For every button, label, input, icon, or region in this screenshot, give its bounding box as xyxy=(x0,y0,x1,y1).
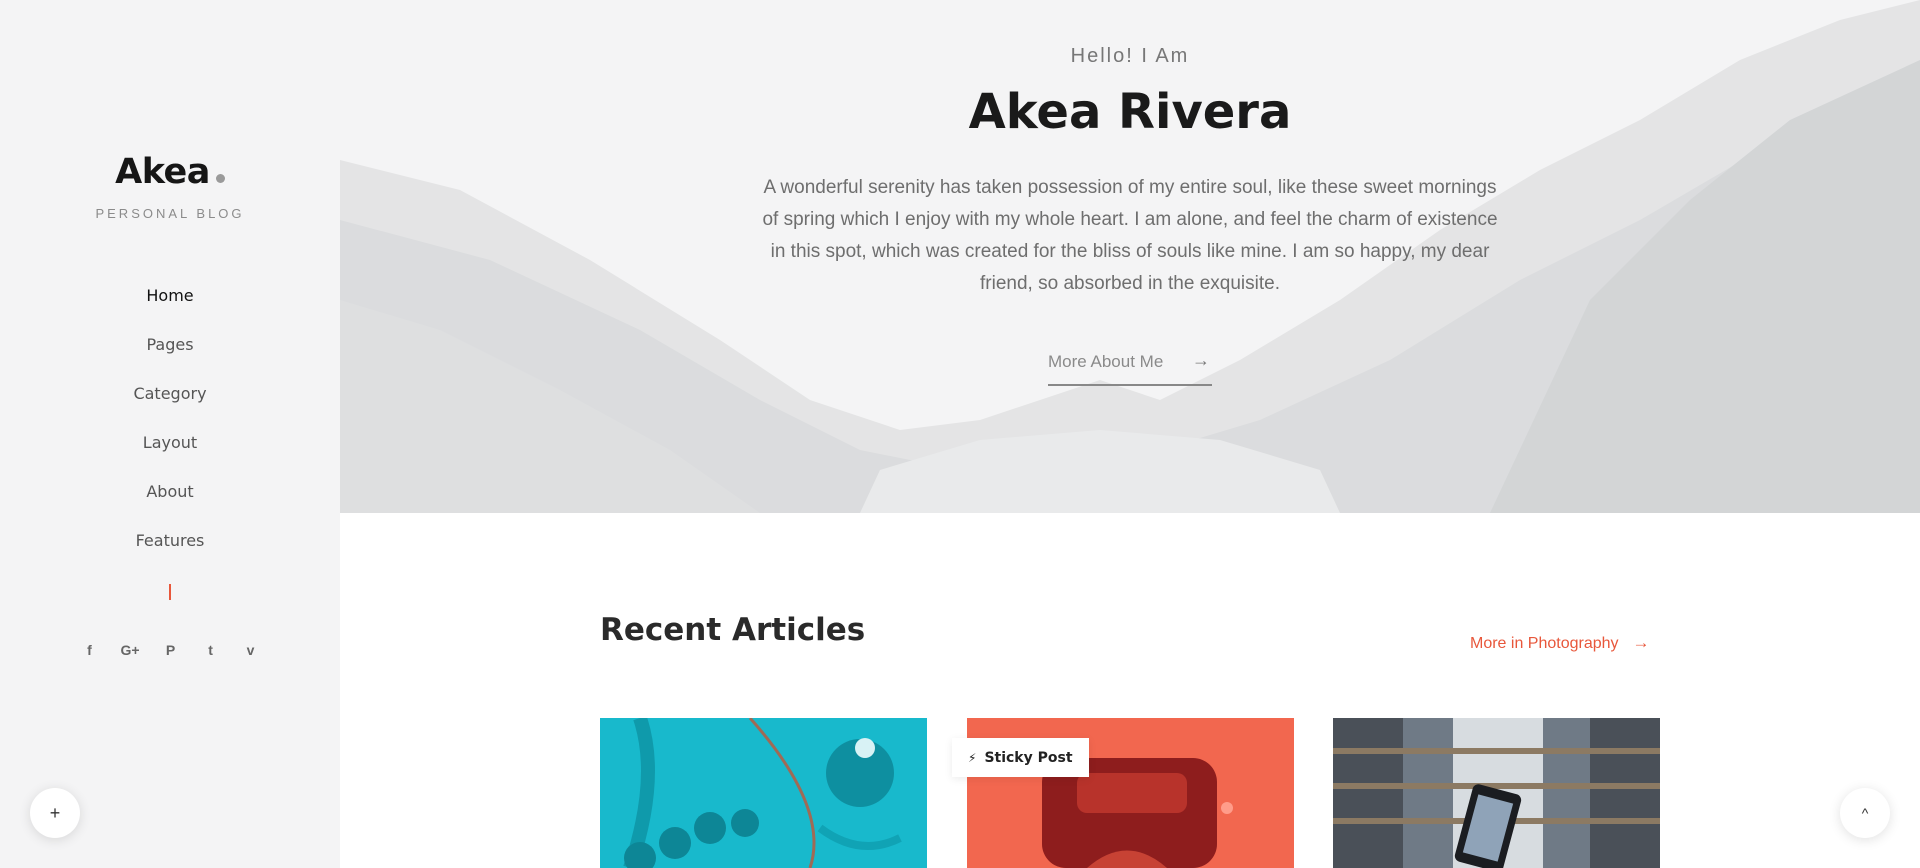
sticky-post-badge: ⚡ Sticky Post xyxy=(952,738,1089,777)
site-logo[interactable]: Akea xyxy=(0,152,340,192)
social-links: f G+ P t v xyxy=(0,642,340,658)
twitter-icon[interactable]: t xyxy=(202,642,220,658)
article-thumbnail-building xyxy=(1333,718,1660,868)
google-plus-icon[interactable]: G+ xyxy=(120,642,139,658)
nav-item-layout[interactable]: Layout xyxy=(0,427,340,476)
hero-title: Akea Rivera xyxy=(968,84,1292,140)
hero-description: A wonderful serenity has taken possessio… xyxy=(762,177,1498,294)
pinterest-icon[interactable]: P xyxy=(162,642,180,658)
lightning-icon: ⚡ xyxy=(968,750,977,765)
hero-greeting: Hello! I Am xyxy=(1070,45,1190,67)
more-in-photography-link[interactable]: More in Photography → xyxy=(1470,633,1650,653)
section-title: Recent Articles xyxy=(600,612,866,648)
more-in-photography-label: More in Photography xyxy=(1470,635,1619,652)
plus-icon[interactable]: + xyxy=(30,788,80,838)
arrow-right-icon: → xyxy=(1632,633,1650,652)
nav-indicator xyxy=(169,584,171,600)
logo-dot xyxy=(215,174,225,183)
sidebar: Akea PERSONAL BLOG Home Pages Category L… xyxy=(0,0,340,868)
article-card[interactable] xyxy=(1333,718,1660,868)
nav-item-pages[interactable]: Pages xyxy=(0,329,340,378)
vimeo-icon[interactable]: v xyxy=(242,642,260,658)
more-about-me-link[interactable]: More About Me → xyxy=(1048,350,1212,386)
main-nav: Home Pages Category Layout About Feature… xyxy=(0,280,340,574)
article-thumbnail-teal xyxy=(600,718,927,868)
hero-banner: Hello! I Am Akea Rivera A wonderful sere… xyxy=(340,0,1920,513)
nav-item-home[interactable]: Home xyxy=(0,280,340,329)
nav-item-category[interactable]: Category xyxy=(0,378,340,427)
sticky-post-label: Sticky Post xyxy=(984,749,1073,766)
nav-item-about[interactable]: About xyxy=(0,476,340,525)
site-tagline: PERSONAL BLOG xyxy=(95,206,245,221)
article-card[interactable] xyxy=(600,718,927,868)
scroll-top-icon[interactable]: ^ xyxy=(1840,788,1890,838)
site-logo-text: Akea xyxy=(115,152,210,192)
arrow-right-icon: → xyxy=(1192,350,1210,370)
nav-item-features[interactable]: Features xyxy=(0,525,340,574)
more-about-me-label: More About Me xyxy=(1048,352,1164,371)
facebook-icon[interactable]: f xyxy=(80,642,98,658)
